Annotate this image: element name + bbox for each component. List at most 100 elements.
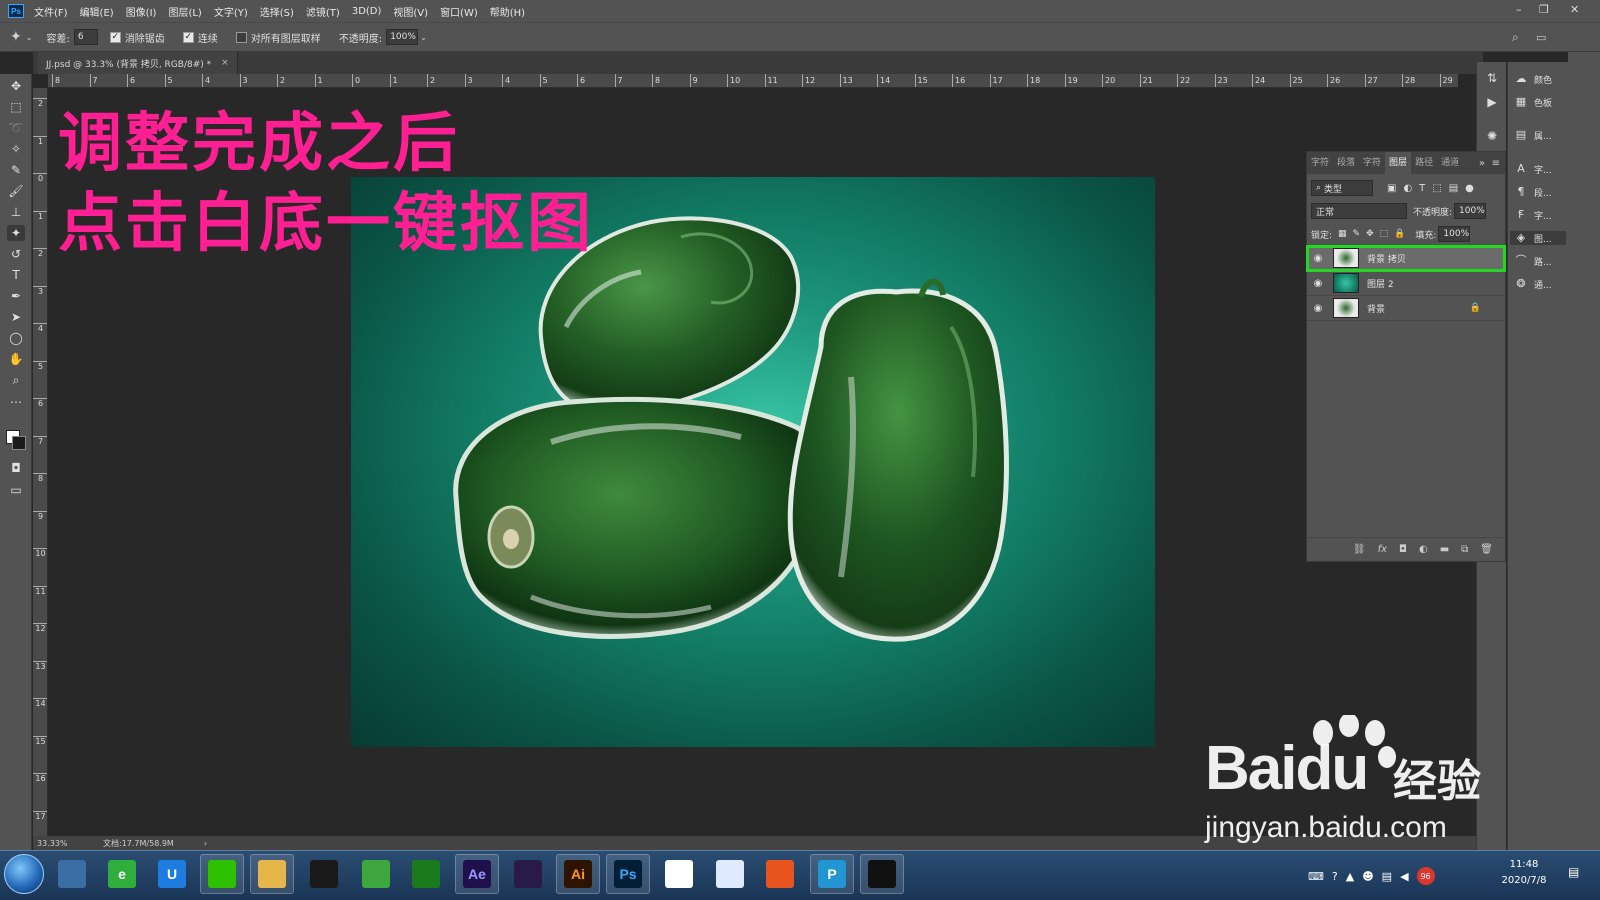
fx-icon[interactable]: fx: [1378, 544, 1387, 555]
tab-channels[interactable]: 通道: [1437, 152, 1463, 174]
screen-mode-icon[interactable]: ▭: [7, 482, 25, 498]
history-brush-tool-icon[interactable]: ↺: [7, 246, 25, 262]
contiguous-checkbox[interactable]: ✓: [182, 31, 194, 43]
menu-select[interactable]: 选择(S): [260, 4, 294, 19]
close-tab-icon[interactable]: ×: [221, 58, 229, 68]
close-window-icon[interactable]: ✕: [1570, 3, 1579, 16]
taskbar-app-illustrator[interactable]: Ai: [556, 854, 600, 894]
taskbar-app-pdf-app[interactable]: P: [810, 854, 854, 894]
eyedropper-tool-icon[interactable]: ✎: [7, 162, 25, 178]
taskbar-app-qq[interactable]: [302, 854, 346, 894]
help-icon[interactable]: ?: [1332, 870, 1338, 883]
network-icon[interactable]: ▤: [1382, 870, 1392, 883]
menu-file[interactable]: 文件(F): [34, 4, 68, 19]
ellipse-tool-icon[interactable]: ◯: [7, 330, 25, 346]
taskbar-app-after-effects[interactable]: Ae: [455, 854, 499, 894]
taskbar-app-premiere[interactable]: [506, 854, 550, 894]
dock-properties-button[interactable]: ▤ 属...: [1514, 128, 1552, 142]
link-icon[interactable]: ⛓: [1353, 544, 1366, 555]
sample-all-option[interactable]: 对所有图层取样: [235, 30, 325, 45]
dock-palette-button[interactable]: ☁ 颜色: [1514, 72, 1553, 86]
adjustment-icon[interactable]: ◐: [1419, 544, 1428, 555]
security-badge[interactable]: 96: [1416, 867, 1435, 885]
menu-type[interactable]: 文字(Y): [214, 4, 248, 19]
quick-mask-icon[interactable]: ◘: [7, 460, 25, 476]
document-tab[interactable]: JJ.psd @ 33.3% (背景 拷贝, RGB/8#) * ×: [38, 52, 238, 74]
filter-kind-select[interactable]: ⌕ 类型: [1311, 180, 1373, 196]
dock-paths-button[interactable]: ⌒ 路...: [1514, 254, 1552, 268]
start-button[interactable]: [4, 854, 44, 894]
stamp-tool-icon[interactable]: ⊥: [7, 204, 25, 220]
zoom-tool-icon[interactable]: ⌕: [7, 372, 25, 388]
search-icon[interactable]: ⌕: [1512, 30, 1519, 45]
mask-icon[interactable]: ◘: [1399, 544, 1407, 555]
type-tool-icon[interactable]: T: [7, 267, 25, 283]
menu-help[interactable]: 帮助(H): [490, 4, 525, 19]
menu-filter[interactable]: 滤镜(T): [306, 4, 340, 19]
eye-icon[interactable]: ◉: [1307, 278, 1329, 289]
dock-grid-button[interactable]: ▦ 色板: [1514, 95, 1552, 109]
eye-icon[interactable]: ◉: [1307, 253, 1329, 264]
new-layer-icon[interactable]: ⧉: [1461, 544, 1468, 555]
history-icon[interactable]: ⇅: [1484, 70, 1500, 86]
brush-settings-icon[interactable]: ✺: [1484, 128, 1500, 144]
menu-edit[interactable]: 编辑(E): [80, 4, 114, 19]
antialias-checkbox[interactable]: ✓: [109, 31, 121, 43]
move-tool-icon[interactable]: ✥: [7, 78, 25, 94]
brush-tool-icon[interactable]: 🖌: [7, 183, 25, 199]
layer-row-background-copy[interactable]: ◉ 背景 拷贝: [1306, 245, 1506, 272]
workspace-icon[interactable]: ▭: [1536, 31, 1546, 44]
taskbar-app-dark-app[interactable]: [860, 854, 904, 894]
pen-tool-icon[interactable]: ✒: [7, 288, 25, 304]
tab-character-2[interactable]: 字符: [1359, 152, 1385, 174]
sample-all-checkbox[interactable]: [235, 31, 247, 43]
blend-mode-select[interactable]: 正常: [1311, 203, 1407, 219]
taskbar-app-colorful-app[interactable]: [657, 854, 701, 894]
path-select-tool-icon[interactable]: ➤: [7, 309, 25, 325]
dock-character-button[interactable]: A 字...: [1514, 162, 1551, 176]
taskbar-app-video-app[interactable]: [758, 854, 802, 894]
trash-icon[interactable]: 🗑: [1480, 544, 1493, 555]
clock[interactable]: 11:48 2020/7/8: [1494, 857, 1554, 889]
layer-name[interactable]: 背景: [1367, 302, 1385, 315]
opacity-input[interactable]: 100%: [386, 29, 419, 45]
dock-channels-button[interactable]: ❂ 通...: [1514, 277, 1551, 291]
minimize-icon[interactable]: –: [1516, 3, 1522, 16]
dock-paragraph-button[interactable]: ¶ 段...: [1514, 185, 1552, 199]
status-arrow-icon[interactable]: ›: [204, 839, 207, 848]
panel-menu-icon[interactable]: ≡: [1492, 158, 1500, 169]
keyboard-icon[interactable]: ⌨: [1308, 870, 1324, 883]
taskbar-app-green-app[interactable]: [354, 854, 398, 894]
magic-wand-tool-icon[interactable]: ✧: [7, 141, 25, 157]
marquee-tool-icon[interactable]: ⬚: [7, 99, 25, 115]
expand-panels-icon[interactable]: »: [1479, 158, 1485, 169]
folder-icon[interactable]: ▬: [1440, 544, 1449, 555]
hand-tool-icon[interactable]: ✋: [7, 351, 25, 367]
menu-window[interactable]: 窗口(W): [440, 4, 478, 19]
tool-preset-chevron-icon[interactable]: ⌄: [26, 33, 33, 42]
taskbar-app-explorer[interactable]: [250, 854, 294, 894]
taskbar-app-pen-app[interactable]: [404, 854, 448, 894]
menu-image[interactable]: 图像(I): [126, 4, 157, 19]
eraser-tool-icon[interactable]: ✦: [7, 225, 25, 241]
filter-type-icons[interactable]: ▣◐T⬚▤●: [1387, 183, 1481, 194]
lock-icons[interactable]: ▦✎✥⬚🔒: [1338, 229, 1411, 239]
tab-layers[interactable]: 图层: [1385, 152, 1412, 174]
background-color-swatch[interactable]: [12, 436, 26, 450]
layer-row-background[interactable]: ◉ 背景 🔒: [1307, 296, 1505, 321]
lasso-tool-icon[interactable]: ➰: [7, 120, 25, 136]
opacity-chevron-icon[interactable]: ⌄: [420, 33, 427, 42]
menu-3d[interactable]: 3D(D): [352, 6, 382, 17]
menu-view[interactable]: 视图(V): [393, 4, 428, 19]
restore-icon[interactable]: ❐: [1539, 3, 1549, 16]
taskbar-app-feishu[interactable]: [708, 854, 752, 894]
qq-tray-icon[interactable]: ☻: [1362, 870, 1373, 883]
taskbar-app-browser-360[interactable]: e: [100, 854, 144, 894]
contiguous-option[interactable]: ✓ 连续: [182, 30, 222, 45]
magic-eraser-tool-icon[interactable]: ✦: [10, 29, 22, 45]
tab-paths[interactable]: 路径: [1411, 152, 1437, 174]
taskbar-app-wechat[interactable]: [200, 854, 244, 894]
more-tools-icon[interactable]: ⋯: [7, 394, 25, 410]
taskbar-app-calculator[interactable]: [50, 854, 94, 894]
tab-character[interactable]: 字符: [1307, 152, 1333, 174]
